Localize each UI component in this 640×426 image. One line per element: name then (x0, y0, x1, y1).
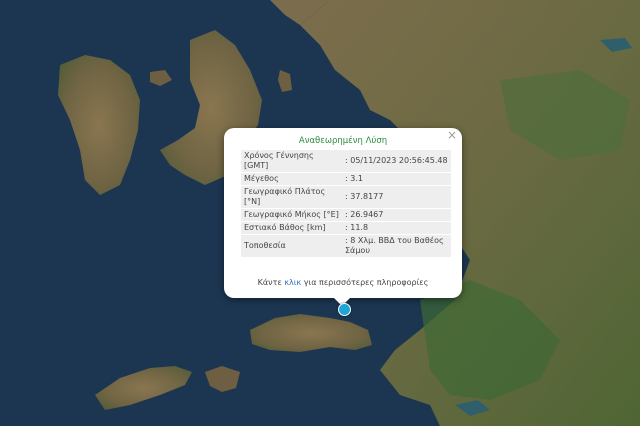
magnitude-value: : 3.1 (342, 173, 451, 185)
latitude-label: Γεωγραφικό Πλάτος [°N] (241, 186, 342, 208)
longitude-label: Γεωγραφικό Μήκος [°E] (241, 209, 342, 221)
row-latitude: Γεωγραφικό Πλάτος [°N] : 37.8177 (241, 186, 451, 208)
row-longitude: Γεωγραφικό Μήκος [°E] : 26.9467 (241, 209, 451, 221)
magnitude-label: Μέγεθος (241, 173, 342, 185)
row-depth: Εστιακό Βάθος [km] : 11.8 (241, 222, 451, 234)
row-origin-time: Χρόνος Γέννησης [GMT] : 05/11/2023 20:56… (241, 150, 451, 172)
origin-time-value: : 05/11/2023 20:56:45.48 (342, 150, 451, 172)
info-table: Χρόνος Γέννησης [GMT] : 05/11/2023 20:56… (241, 149, 451, 258)
origin-time-label: Χρόνος Γέννησης [GMT] (241, 150, 342, 172)
depth-label: Εστιακό Βάθος [km] (241, 222, 342, 234)
popup-footer: Κάντε κλικ για περισσότερες πληροφορίες (257, 278, 429, 287)
location-label: Τοποθεσία (241, 235, 342, 257)
earthquake-marker-icon[interactable] (338, 303, 351, 316)
location-value: : 8 Χλμ. ΒΒΔ του Βαθέος Σάμου (342, 235, 451, 257)
longitude-value: : 26.9467 (342, 209, 451, 221)
popup-title: Αναθεωρημένη Λύση (298, 136, 388, 146)
earthquake-info-popup: × Αναθεωρημένη Λύση Χρόνος Γέννησης [GMT… (224, 128, 462, 298)
latitude-value: : 37.8177 (342, 186, 451, 208)
depth-value: : 11.8 (342, 222, 451, 234)
more-info-link[interactable]: κλικ (284, 278, 301, 287)
row-location: Τοποθεσία : 8 Χλμ. ΒΒΔ του Βαθέος Σάμου (241, 235, 451, 257)
row-magnitude: Μέγεθος : 3.1 (241, 173, 451, 185)
